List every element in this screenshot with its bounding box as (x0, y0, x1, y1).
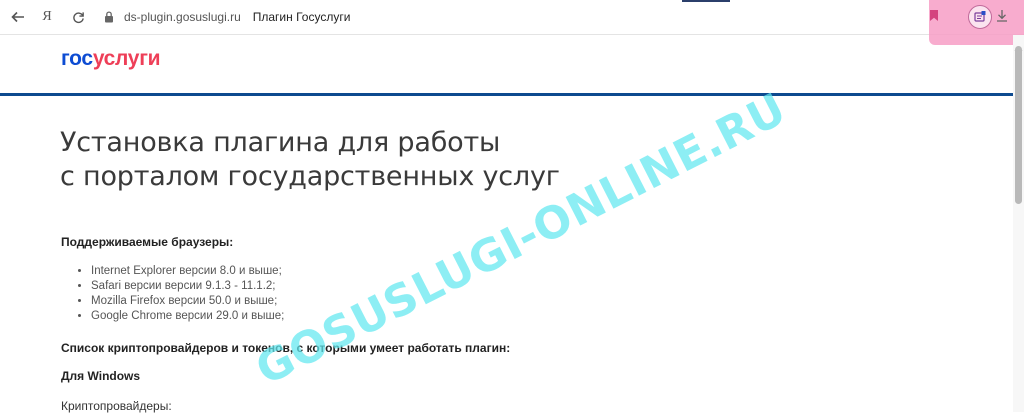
bookmark-icon[interactable] (929, 9, 939, 27)
crypto-providers-label: Криптопровайдеры: (61, 399, 172, 413)
page-title-in-address-bar: Плагин Госуслуги (252, 10, 351, 24)
header-divider (0, 93, 1013, 96)
yandex-button[interactable]: Я (36, 6, 58, 28)
browser-list: Internet Explorer версии 8.0 и выше; Saf… (74, 264, 284, 324)
list-item: Safari версии версии 9.1.3 - 11.1.2; (91, 279, 284, 294)
address-bar[interactable]: ds-plugin.gosuslugi.ru Плагин Госуслуги (104, 0, 350, 34)
download-button[interactable] (996, 9, 1008, 27)
gosuslugi-logo[interactable]: госуслуги (61, 47, 161, 71)
list-item: Google Chrome версии 29.0 и выше; (91, 309, 284, 324)
browser-toolbar: Я ds-plugin.gosuslugi.ru Плагин Госуслуг… (0, 0, 1024, 45)
tab-indicator (682, 0, 730, 2)
page-title-line-2: с порталом государственных услуг (60, 161, 560, 192)
back-button[interactable] (7, 6, 29, 28)
supported-browsers-heading: Поддерживаемые браузеры: (61, 235, 234, 249)
plugin-extension-button[interactable] (968, 5, 992, 29)
url-domain[interactable]: ds-plugin.gosuslugi.ru (124, 10, 241, 24)
logo-part-uslugi: услуги (92, 47, 161, 70)
plugin-extension-icon (974, 11, 986, 22)
lock-icon (104, 11, 114, 23)
windows-heading: Для Windows (61, 369, 141, 383)
reload-button[interactable] (67, 6, 89, 28)
page-title-line-1: Установка плагина для работы (60, 127, 501, 158)
scrollbar-thumb[interactable] (1015, 46, 1022, 204)
reload-icon (72, 11, 84, 23)
arrow-left-icon (11, 11, 24, 23)
list-item: Internet Explorer версии 8.0 и выше; (91, 264, 284, 279)
download-icon (997, 10, 1007, 22)
list-item: Mozilla Firefox версии 50.0 и выше; (91, 294, 284, 309)
logo-part-gos: гос (61, 47, 93, 70)
page-title: Установка плагина для работы с порталом … (60, 126, 560, 194)
